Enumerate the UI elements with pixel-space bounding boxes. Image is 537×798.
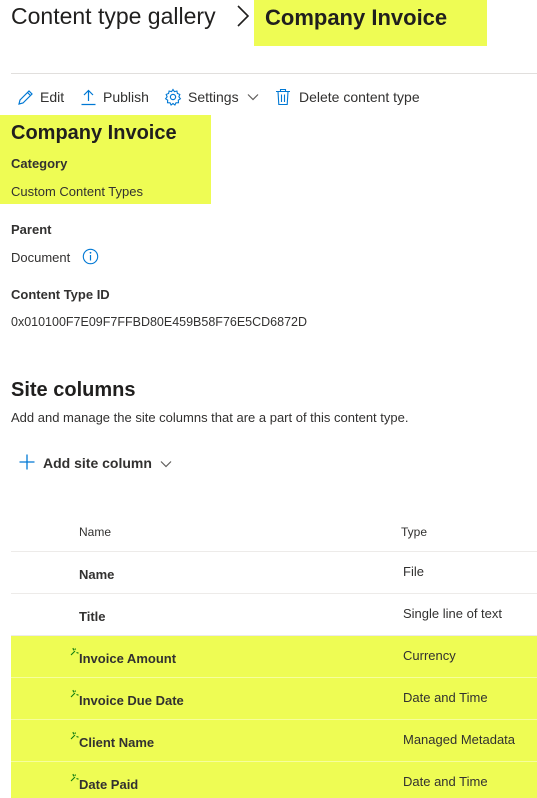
parent-value: Document xyxy=(11,250,71,265)
column-name-cell[interactable]: Client Name xyxy=(79,735,154,750)
chevron-down-icon xyxy=(160,455,172,471)
content-type-id-label: Content Type ID xyxy=(11,287,110,302)
site-columns-heading: Site columns xyxy=(11,379,136,401)
table-row[interactable]: Title Single line of text xyxy=(11,594,537,636)
column-header-type[interactable]: Type xyxy=(401,525,427,539)
category-label: Category xyxy=(11,156,68,171)
edit-label: Edit xyxy=(40,89,65,105)
table-header: Name Type xyxy=(11,510,537,552)
delete-label: Delete content type xyxy=(299,89,420,105)
header-divider xyxy=(11,73,537,74)
new-item-sparkle-icon xyxy=(70,643,79,661)
new-item-sparkle-icon xyxy=(70,727,79,745)
column-name-cell[interactable]: Invoice Amount xyxy=(79,651,176,666)
new-item-sparkle-icon xyxy=(70,685,79,703)
column-type-cell: Currency xyxy=(403,648,456,663)
chevron-down-icon xyxy=(247,93,259,101)
parent-label: Parent xyxy=(11,222,52,237)
column-type-cell: Date and Time xyxy=(403,690,488,705)
edit-button[interactable]: Edit xyxy=(17,86,64,108)
content-type-title: Company Invoice xyxy=(11,122,177,144)
breadcrumb-gallery-link[interactable]: Content type gallery xyxy=(11,3,216,30)
column-name-cell[interactable]: Title xyxy=(79,609,106,624)
breadcrumb-current: Company Invoice xyxy=(265,5,448,30)
site-columns-description: Add and manage the site columns that are… xyxy=(11,410,409,425)
breadcrumb-separator-icon xyxy=(236,3,250,35)
table-row[interactable]: Invoice Amount Currency xyxy=(11,636,537,678)
category-value: Custom Content Types xyxy=(11,184,143,199)
table-row[interactable]: Name File xyxy=(11,552,537,594)
column-name-cell[interactable]: Invoice Due Date xyxy=(79,693,184,708)
table-row[interactable]: Client Name Managed Metadata xyxy=(11,720,537,762)
content-type-id-value: 0x010100F7E09F7FFBD80E459B58F76E5CD6872D xyxy=(11,315,308,329)
upload-icon xyxy=(80,89,97,106)
column-type-cell: Single line of text xyxy=(403,606,503,621)
column-type-cell: Date and Time xyxy=(403,774,488,789)
column-type-cell: Managed Metadata xyxy=(403,732,516,747)
publish-label: Publish xyxy=(103,89,149,105)
table-body: Name File Title Single line of text Invoice … xyxy=(11,552,537,798)
table-row[interactable]: Date Paid Date and Time xyxy=(11,762,537,798)
column-type-cell: File xyxy=(403,564,424,579)
add-site-column-button[interactable]: Add site column xyxy=(18,452,172,474)
info-icon[interactable] xyxy=(82,248,99,270)
gear-icon xyxy=(164,88,182,106)
delete-content-type-button[interactable]: Delete content type xyxy=(275,86,420,108)
site-columns-table: Name Type Name File Title Single line of te… xyxy=(11,510,537,798)
settings-label: Settings xyxy=(188,89,239,105)
trash-icon xyxy=(275,88,291,106)
column-header-name[interactable]: Name xyxy=(79,525,111,539)
add-site-column-label: Add site column xyxy=(43,455,152,471)
column-name-cell[interactable]: Date Paid xyxy=(79,777,138,792)
publish-button[interactable]: Publish xyxy=(80,86,149,108)
table-row[interactable]: Invoice Due Date Date and Time xyxy=(11,678,537,720)
new-item-sparkle-icon xyxy=(70,769,79,787)
plus-icon xyxy=(18,453,36,474)
settings-button[interactable]: Settings xyxy=(164,86,259,108)
column-name-cell[interactable]: Name xyxy=(79,567,114,582)
pencil-icon xyxy=(17,89,34,106)
